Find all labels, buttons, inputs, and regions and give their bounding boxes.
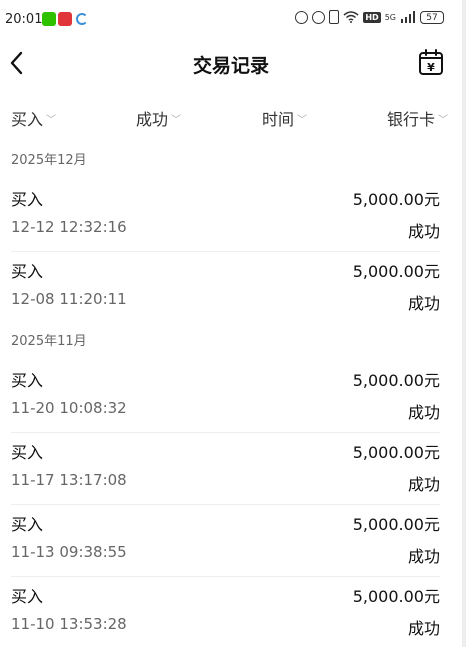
data-saver-icon <box>295 10 309 24</box>
transaction-status: 成功 <box>407 222 440 241</box>
vibrate-icon <box>329 10 340 24</box>
transaction-time: 12-12 12:32:16 <box>11 218 127 236</box>
transaction-amount: 5,000.00元 <box>352 190 440 209</box>
transaction-status: 成功 <box>407 294 440 313</box>
5g-icon: 5G <box>384 12 396 22</box>
transaction-row[interactable]: 买入 5,000.00元 11-20 10:08:32 成功 <box>11 361 440 433</box>
transaction-time: 11-13 09:38:55 <box>11 543 127 561</box>
calendar-button[interactable]: ¥ <box>418 48 444 76</box>
filter-type-dropdown[interactable]: 买入 ﹀ <box>11 106 56 130</box>
chevron-down-icon: ﹀ <box>46 114 57 126</box>
transaction-row[interactable]: 买入 5,000.00元 11-10 13:53:28 成功 <box>11 577 440 648</box>
month-header: 2025年12月 <box>11 153 87 168</box>
transaction-time: 11-17 13:17:08 <box>11 471 127 489</box>
transaction-status: 成功 <box>407 475 440 494</box>
filter-status-label: 成功 <box>136 110 169 129</box>
scroll-edge <box>462 0 466 647</box>
transaction-type: 买入 <box>11 262 44 281</box>
alarm-icon <box>312 10 326 24</box>
transaction-status: 成功 <box>407 547 440 566</box>
chevron-down-icon: ﹀ <box>171 114 182 126</box>
filter-bankcard-label: 银行卡 <box>387 110 436 129</box>
wifi-icon <box>343 11 359 23</box>
transaction-row[interactable]: 买入 5,000.00元 11-13 09:38:55 成功 <box>11 505 440 577</box>
status-time: 20:01 <box>5 12 43 27</box>
filter-type-label: 买入 <box>11 110 44 129</box>
battery-icon: 57 <box>420 10 444 24</box>
transaction-amount: 5,000.00元 <box>352 587 440 606</box>
filter-time-dropdown[interactable]: 时间 ﹀ <box>262 106 307 130</box>
app-notification-icon <box>58 12 72 26</box>
sync-notification-icon <box>76 13 88 25</box>
transaction-status: 成功 <box>407 619 440 638</box>
system-status-icons: HD 5G 57 <box>295 10 444 24</box>
filter-bar: 买入 ﹀ 成功 ﹀ 时间 ﹀ 银行卡 ﹀ <box>0 100 462 132</box>
filter-bankcard-dropdown[interactable]: 银行卡 ﹀ <box>387 106 448 130</box>
calendar-yuan-icon: ¥ <box>419 49 443 75</box>
transaction-row[interactable]: 买入 5,000.00元 11-17 13:17:08 成功 <box>11 433 440 505</box>
transaction-amount: 5,000.00元 <box>352 515 440 534</box>
chevron-down-icon: ﹀ <box>438 114 449 126</box>
transaction-time: 12-08 11:20:11 <box>11 290 127 308</box>
transaction-type: 买入 <box>11 371 44 390</box>
transaction-type: 买入 <box>11 515 44 534</box>
transaction-status: 成功 <box>407 403 440 422</box>
transaction-type: 买入 <box>11 587 44 606</box>
month-header: 2025年11月 <box>11 334 87 349</box>
transaction-amount: 5,000.00元 <box>352 371 440 390</box>
transaction-type: 买入 <box>11 190 44 209</box>
filter-time-label: 时间 <box>262 110 295 129</box>
transaction-list: 2025年12月 买入 5,000.00元 12-12 12:32:16 成功 … <box>0 142 462 648</box>
transaction-type: 买入 <box>11 443 44 462</box>
page-header: 交易记录 ¥ <box>0 40 462 86</box>
status-bar: 20:01 HD 5G 57 <box>0 0 462 38</box>
page-title: 交易记录 <box>192 55 269 77</box>
transaction-row[interactable]: 买入 5,000.00元 12-08 11:20:11 成功 <box>11 252 440 323</box>
hd-icon: HD <box>363 11 381 23</box>
svg-text:¥: ¥ <box>427 61 435 74</box>
transaction-time: 11-20 10:08:32 <box>11 399 127 417</box>
signal-icon <box>401 11 415 23</box>
transaction-amount: 5,000.00元 <box>352 262 440 281</box>
transaction-amount: 5,000.00元 <box>352 443 440 462</box>
transaction-row[interactable]: 买入 5,000.00元 12-12 12:32:16 成功 <box>11 180 440 252</box>
filter-status-dropdown[interactable]: 成功 ﹀ <box>136 106 181 130</box>
chevron-down-icon: ﹀ <box>297 114 308 126</box>
wechat-notification-icon <box>42 12 56 26</box>
transaction-time: 11-10 13:53:28 <box>11 615 127 633</box>
